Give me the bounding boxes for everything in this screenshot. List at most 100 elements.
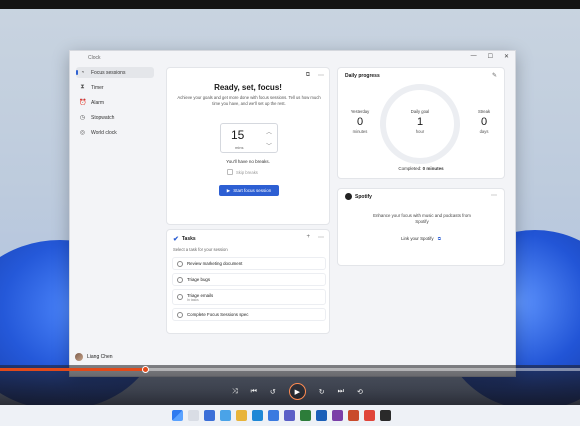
radio-icon[interactable] xyxy=(177,276,183,283)
globe-icon: ◎ xyxy=(79,130,86,136)
stat-unit: minutes xyxy=(352,129,368,134)
sidebar-item-timer[interactable]: ⧗ Timer xyxy=(76,82,154,93)
task-sublabel: In tasks xyxy=(187,297,199,302)
previous-icon[interactable]: ⏮ xyxy=(251,388,257,396)
more-options-icon[interactable]: ⋯ xyxy=(491,192,497,199)
task-view-icon[interactable] xyxy=(204,410,215,421)
spotify-description: Enhance your focus with music and podcas… xyxy=(373,213,471,224)
daily-progress-title: Daily progress xyxy=(345,73,380,79)
play-button[interactable]: ▶ xyxy=(288,383,306,400)
stopwatch-icon: ◷ xyxy=(79,115,86,121)
link-spotify[interactable]: Link your Spotify ⧉ xyxy=(338,236,504,241)
radio-icon[interactable] xyxy=(177,294,183,300)
store-icon[interactable] xyxy=(268,410,279,421)
widgets-icon[interactable] xyxy=(220,410,231,421)
tasks-header: ✔ Tasks xyxy=(173,235,196,243)
stat-unit: hour xyxy=(415,129,425,134)
start-icon[interactable] xyxy=(172,410,183,421)
link-spotify-label[interactable]: Link your Spotify xyxy=(401,236,433,241)
rewind-icon[interactable]: ↺ xyxy=(270,388,276,396)
taskbar-icons xyxy=(172,410,391,421)
user-name: Liang Chen xyxy=(87,354,113,360)
sidebar-item-label: Focus sessions xyxy=(91,69,126,76)
minimize-button[interactable]: — xyxy=(471,53,477,60)
task-label: Triage emails xyxy=(187,292,214,298)
more-options-icon[interactable]: ⋯ xyxy=(318,234,324,241)
stat-label: Streak xyxy=(477,109,491,114)
maximize-button[interactable]: ☐ xyxy=(488,53,493,60)
sidebar-item-world-clock[interactable]: ◎ World clock xyxy=(76,127,154,138)
minutes-stepper[interactable]: 15 mins ︿ ﹀ xyxy=(220,123,278,153)
spotify-header: Spotify xyxy=(345,193,372,200)
sidebar-item-focus-sessions[interactable]: ◔ Focus sessions xyxy=(76,67,154,78)
player-controls: ⤨ ⏮ ↺ ▶ ↻ ⏭ ⟲ xyxy=(232,383,363,400)
play-icon: ▶ xyxy=(226,187,231,193)
search-icon[interactable] xyxy=(188,410,199,421)
seek-progress xyxy=(0,368,145,371)
seek-handle[interactable] xyxy=(142,366,149,373)
external-link-icon[interactable]: ⧉ xyxy=(438,236,441,241)
file-explorer-icon[interactable] xyxy=(236,410,247,421)
stat-label: Daily goal xyxy=(410,109,430,114)
powerpoint-icon[interactable] xyxy=(348,410,359,421)
stat-value: 0 xyxy=(356,116,364,128)
edge-icon[interactable] xyxy=(252,410,263,421)
word-icon[interactable] xyxy=(316,410,327,421)
sidebar-item-label: World clock xyxy=(91,129,117,136)
add-task-icon[interactable]: + xyxy=(306,234,310,241)
stat-daily-goal[interactable]: Daily goal 1 hour xyxy=(400,109,440,134)
timer-icon: ⧗ xyxy=(80,84,85,90)
chevron-down-icon[interactable]: ﹀ xyxy=(266,141,272,150)
sidebar-item-stopwatch[interactable]: ◷ Stopwatch xyxy=(76,112,154,123)
excel-icon[interactable] xyxy=(300,410,311,421)
forward-icon[interactable]: ↻ xyxy=(319,388,325,396)
completed-value: 0 minutes xyxy=(422,166,444,171)
user-account[interactable]: Liang Chen xyxy=(75,353,113,361)
completed-label: Completed: xyxy=(398,166,422,171)
start-label: Start focus session xyxy=(233,188,272,193)
desktop: Clock — ☐ ✕ ◔ Focus sessions ⧗ Timer ⏰ A… xyxy=(0,0,580,426)
next-icon[interactable]: ⏭ xyxy=(338,388,344,396)
task-item[interactable]: Complete Focus Sessions spec xyxy=(172,308,326,321)
chevron-up-icon[interactable]: ︿ xyxy=(266,127,272,136)
edit-icon[interactable]: ✎ xyxy=(492,72,497,79)
office-icon[interactable] xyxy=(364,410,375,421)
tasks-title: Tasks xyxy=(181,236,196,242)
avatar xyxy=(75,353,83,361)
card-actions: ⧉ ⋯ xyxy=(306,72,324,79)
start-focus-session-button[interactable]: ▶ Start focus session xyxy=(219,185,279,196)
sidebar-item-label: Timer xyxy=(91,84,104,91)
tasks-subtitle: Select a task for your session xyxy=(173,247,228,252)
radio-icon[interactable] xyxy=(177,311,183,318)
task-label: Complete Focus Sessions spec xyxy=(187,312,249,317)
title-bar: Clock — ☐ ✕ xyxy=(70,51,515,65)
sidebar-item-alarm[interactable]: ⏰ Alarm xyxy=(76,97,154,108)
checkbox-icon xyxy=(227,169,233,175)
daily-progress-card: Daily progress ✎ Yesterday 0 minutes Dai… xyxy=(337,67,505,179)
onenote-icon[interactable] xyxy=(332,410,343,421)
focus-title: Ready, set, focus! xyxy=(214,83,282,92)
window-controls: — ☐ ✕ xyxy=(471,53,509,60)
task-label: Review marketing document xyxy=(187,261,243,266)
media-icon[interactable] xyxy=(380,410,391,421)
tasks-actions: + ⋯ xyxy=(306,234,324,241)
skip-breaks-checkbox[interactable]: Skip breaks xyxy=(227,169,258,175)
more-options-icon[interactable]: ⋯ xyxy=(318,72,324,79)
task-item[interactable]: Triage emails In tasks xyxy=(172,289,326,305)
taskbar xyxy=(0,405,580,426)
repeat-icon[interactable]: ⟲ xyxy=(357,388,363,396)
todo-check-icon: ✔ xyxy=(173,236,179,243)
task-item[interactable]: Review marketing document xyxy=(172,257,326,270)
spotify-icon xyxy=(345,193,352,200)
task-item[interactable]: Triage bugs xyxy=(172,273,326,286)
expand-icon[interactable]: ⧉ xyxy=(306,72,310,79)
radio-icon[interactable] xyxy=(177,260,183,267)
shuffle-icon[interactable]: ⤨ xyxy=(232,388,238,396)
app-title: Clock xyxy=(88,55,101,61)
close-button[interactable]: ✕ xyxy=(504,53,509,60)
spotify-title: Spotify xyxy=(355,193,372,200)
teams-icon[interactable] xyxy=(284,410,295,421)
stat-value: 1 xyxy=(416,116,424,128)
stat-value: 0 xyxy=(480,116,488,128)
minutes-value[interactable]: 15 xyxy=(231,128,244,142)
